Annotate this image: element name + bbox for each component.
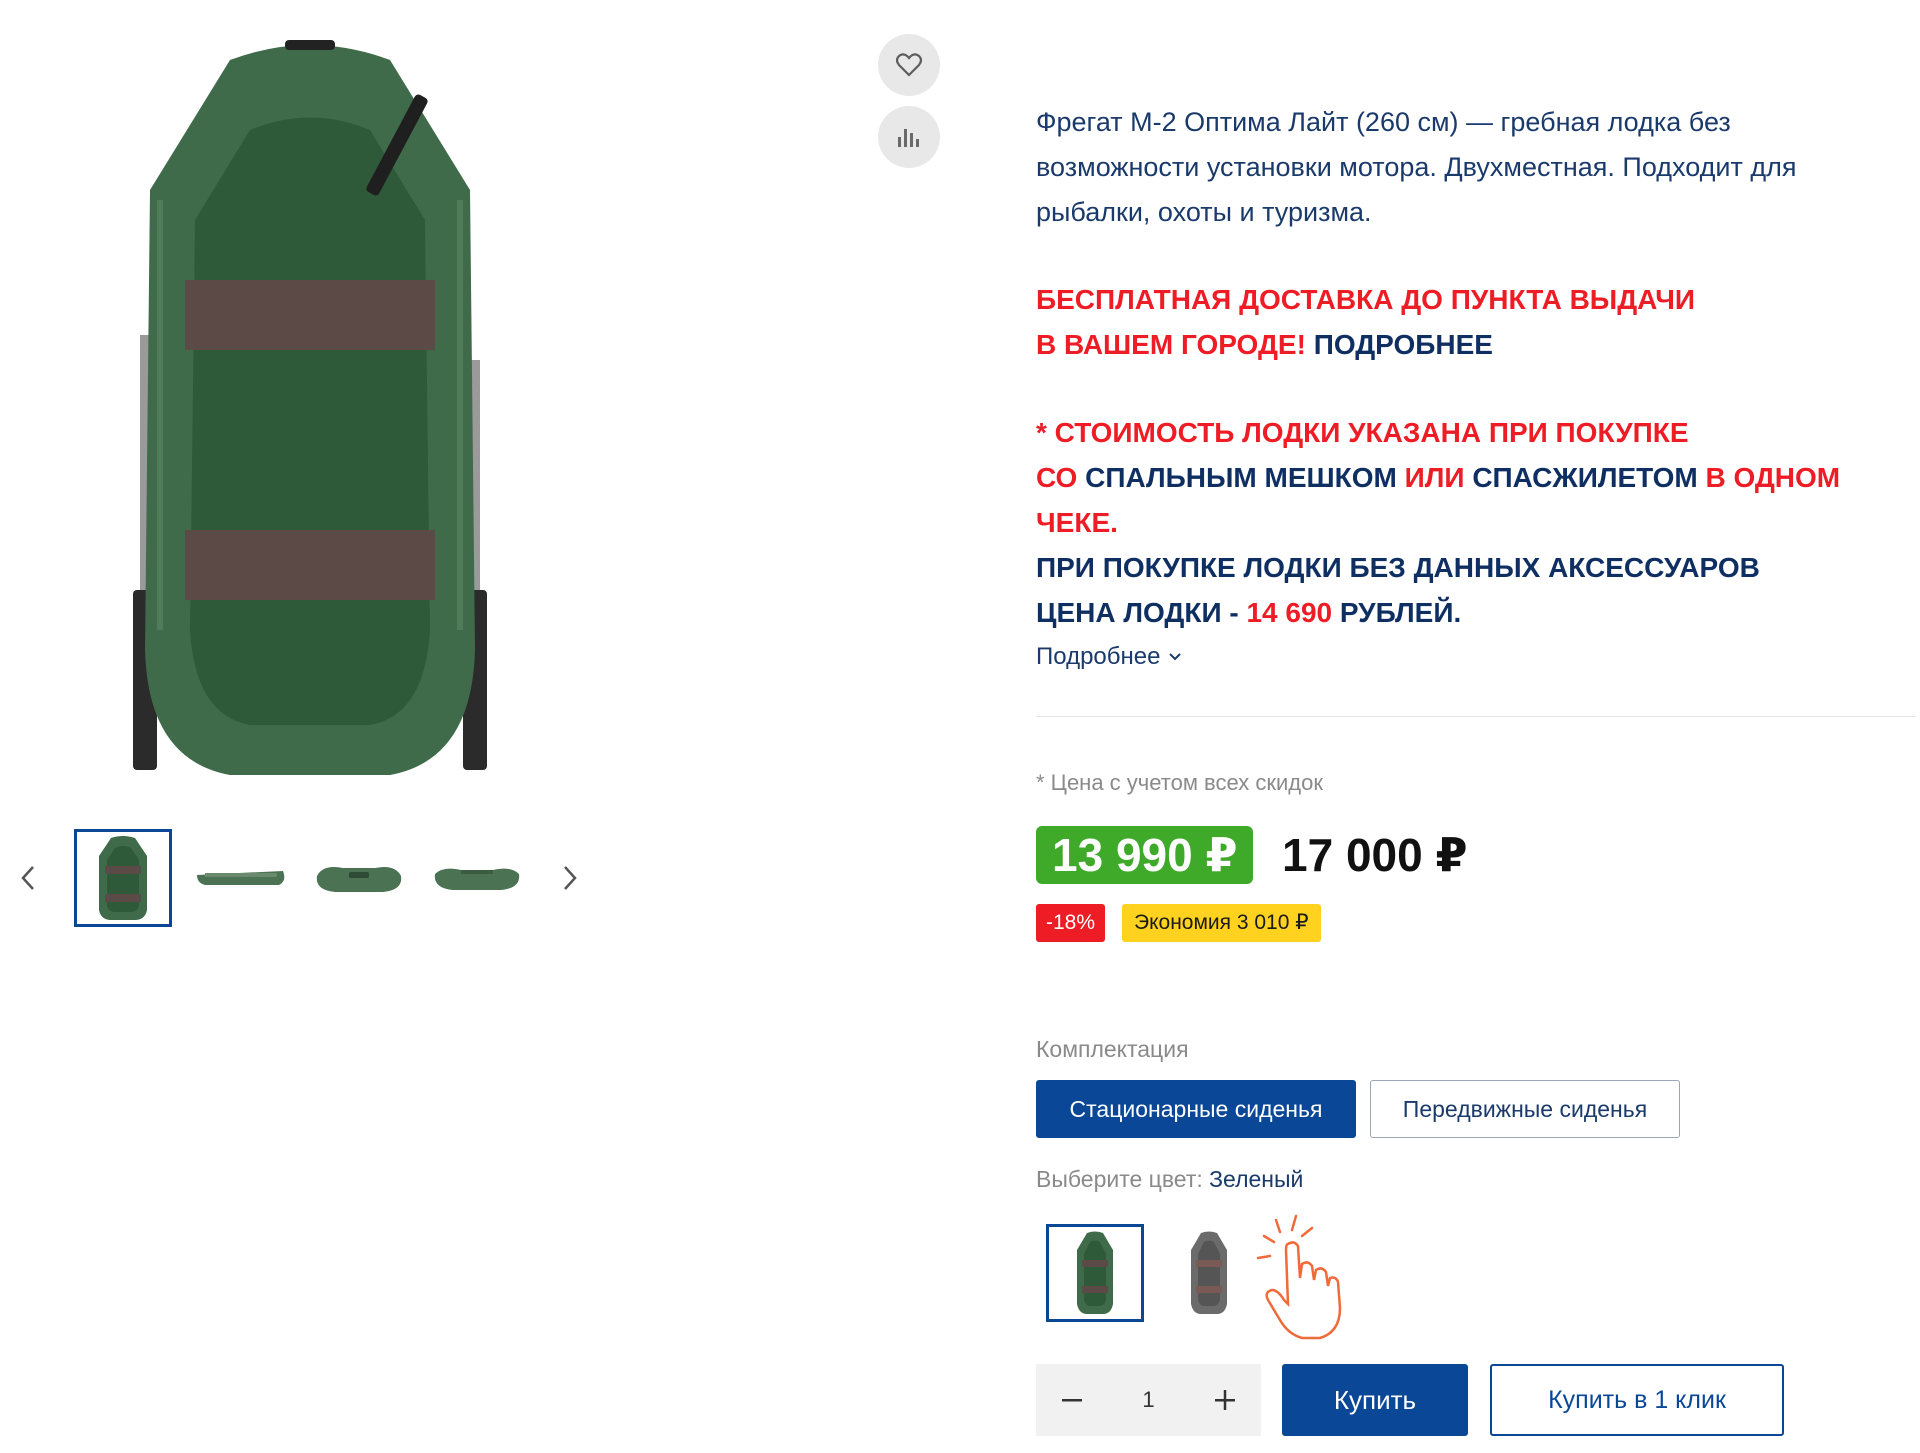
divider (1036, 716, 1916, 717)
promo-price-value: 14 690 (1246, 597, 1333, 628)
selected-color: Зеленый (1209, 1166, 1304, 1192)
favorite-button[interactable] (878, 34, 940, 96)
color-swatch-green[interactable] (1046, 1224, 1144, 1322)
free-delivery-promo: БЕСПЛАТНАЯ ДОСТАВКА ДО ПУНКТА ВЫДАЧИ В В… (1036, 277, 1896, 367)
saving-badge: Экономия 3 010 ₽ (1122, 904, 1321, 942)
promo-text: СО (1036, 462, 1078, 493)
compare-button[interactable] (878, 106, 940, 168)
buy-one-click-button[interactable]: Купить в 1 клик (1490, 1364, 1784, 1436)
color-label-text: Выберите цвет: (1036, 1166, 1203, 1192)
promo-text: СПАСЖИЛЕТОМ (1472, 462, 1698, 493)
current-price: 13 990 ₽ (1036, 826, 1254, 884)
thumbnail-side-view[interactable] (192, 829, 290, 927)
thumbnail-rear-view[interactable] (428, 829, 526, 927)
configuration-label: Комплектация (1036, 1036, 1189, 1062)
quantity-decrease-button[interactable] (1036, 1364, 1108, 1436)
delivery-details-link[interactable]: ПОДРОБНЕЕ (1314, 329, 1493, 360)
promo-text: ПРИ ПОКУПКЕ ЛОДКИ БЕЗ ДАННЫХ АКСЕССУАРОВ (1036, 552, 1760, 583)
buy-button[interactable]: Купить (1282, 1364, 1468, 1436)
thumbnail-front-view[interactable] (310, 829, 408, 927)
promo-text: ИЛИ (1404, 462, 1465, 493)
boat-image (133, 40, 487, 775)
promo-text: РУБЛЕЙ. (1339, 597, 1462, 628)
product-main-image[interactable] (100, 30, 520, 790)
chevron-right-icon (564, 866, 577, 890)
promo-text: В ВАШЕМ ГОРОДЕ! (1036, 329, 1306, 360)
color-label: Выберите цвет: Зеленый (1036, 1166, 1303, 1193)
thumbnail-image (197, 871, 285, 885)
option-movable-seats[interactable]: Передвижные сиденья (1370, 1080, 1680, 1138)
old-price: 17 000 ₽ (1282, 829, 1468, 881)
discount-badge: -18% (1036, 904, 1106, 942)
promo-text: БЕСПЛАТНАЯ ДОСТАВКА ДО ПУНКТА ВЫДАЧИ (1036, 284, 1696, 315)
chevron-down-icon (1169, 653, 1182, 661)
product-description: Фрегат М-2 Оптима Лайт (260 см) — гребна… (1036, 107, 1797, 227)
quantity-stepper: 1 (1036, 1364, 1261, 1436)
chevron-left-icon (21, 866, 34, 890)
thumbnail-top-view[interactable] (74, 829, 172, 927)
thumbnails-prev-button[interactable] (8, 848, 48, 908)
thumbnail-image (316, 867, 402, 892)
promo-text: ЦЕНА ЛОДКИ - (1036, 597, 1239, 628)
heart-icon (896, 53, 922, 77)
more-details-label: Подробнее (1036, 643, 1161, 670)
price-note: * Цена с учетом всех скидок (1036, 770, 1323, 795)
option-stationary-seats[interactable]: Стационарные сиденья (1036, 1080, 1356, 1138)
quantity-increase-button[interactable] (1189, 1364, 1261, 1436)
bar-chart-icon (898, 129, 919, 147)
thumbnail-image (99, 836, 147, 920)
boat-green-icon (1077, 1231, 1113, 1314)
boat-gray-icon (1191, 1231, 1227, 1314)
pointing-hand-icon (1240, 1212, 1360, 1342)
plus-icon (1215, 1390, 1235, 1410)
thumbnails-next-button[interactable] (550, 848, 590, 908)
quantity-value[interactable]: 1 (1108, 1364, 1189, 1436)
more-details-link[interactable]: Подробнее (1036, 643, 1182, 671)
minus-icon (1062, 1399, 1082, 1402)
promo-text: СПАЛЬНЫМ МЕШКОМ (1085, 462, 1397, 493)
promo-text: * СТОИМОСТЬ ЛОДКИ УКАЗАНА ПРИ ПОКУПКЕ (1036, 417, 1689, 448)
price-condition-promo: * СТОИМОСТЬ ЛОДКИ УКАЗАНА ПРИ ПОКУПКЕ СО… (1036, 410, 1896, 635)
thumbnail-image (434, 868, 520, 890)
